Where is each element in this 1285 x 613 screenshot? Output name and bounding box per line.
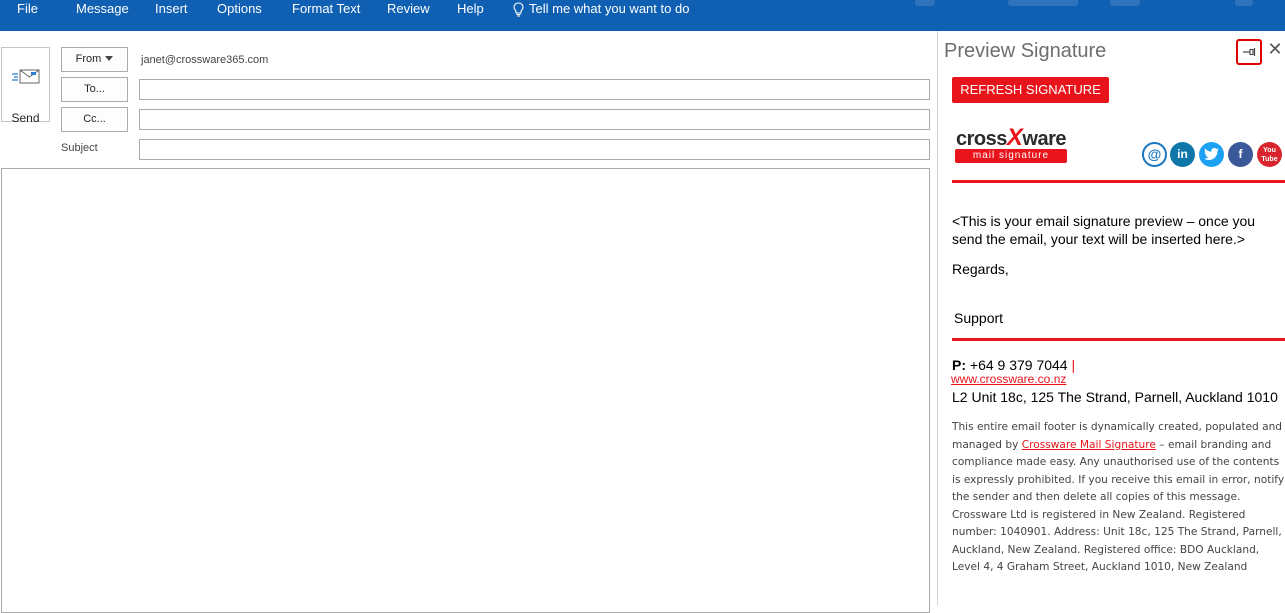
ribbon-faded-icon: [1235, 0, 1253, 6]
lightbulb-icon: [513, 1, 524, 17]
tab-insert[interactable]: Insert: [155, 1, 188, 17]
close-pane-button[interactable]: ✕: [1267, 39, 1283, 59]
signature-disclaimer: This entire email footer is dynamically …: [952, 419, 1285, 577]
crossware-mail-signature-link[interactable]: Crossware Mail Signature: [1022, 439, 1156, 451]
disclaimer-text-end: – email branding and compliance made eas…: [952, 438, 1285, 574]
signature-preview-message: <This is your email signature preview – …: [952, 213, 1256, 247]
tab-help[interactable]: Help: [457, 1, 484, 17]
tab-review[interactable]: Review: [387, 1, 430, 17]
crossware-logo: crossXware mail signature: [953, 124, 1068, 167]
send-button[interactable]: Send: [1, 47, 50, 125]
logo-word-end: ware: [1022, 128, 1066, 150]
compose-area: Send From janet@crossware365.com To... C…: [0, 31, 937, 613]
send-label: Send: [11, 111, 40, 125]
pane-title: Preview Signature: [944, 40, 1107, 62]
phone-separator: |: [1071, 357, 1076, 373]
from-button[interactable]: From: [61, 47, 128, 72]
tab-format-text[interactable]: Format Text: [292, 1, 360, 17]
tell-me-text: Tell me what you want to do: [529, 1, 690, 16]
chevron-down-icon: [105, 56, 114, 61]
signature-regards: Regards,: [952, 261, 1009, 277]
logo-word-start: cross: [956, 128, 1007, 150]
phone-label: P:: [952, 357, 966, 373]
linkedin-icon[interactable]: in: [1170, 142, 1195, 167]
signature-divider: [952, 180, 1285, 183]
message-body-editor[interactable]: [1, 168, 930, 613]
subject-input[interactable]: [139, 139, 930, 160]
cc-label: Cc...: [83, 113, 106, 125]
refresh-signature-button[interactable]: REFRESH SIGNATURE: [952, 77, 1109, 103]
email-icon[interactable]: @: [1142, 142, 1167, 167]
pin-icon: [1243, 48, 1256, 56]
preview-signature-pane: Preview Signature ✕ REFRESH SIGNATURE cr…: [937, 31, 1285, 606]
ribbon-faded-icon: [1008, 0, 1078, 6]
to-label: To...: [84, 83, 105, 95]
send-envelope-icon: [12, 69, 40, 84]
signature-divider: [952, 338, 1285, 341]
tab-options[interactable]: Options: [217, 1, 262, 17]
ribbon-faded-icon: [915, 0, 935, 6]
cc-button[interactable]: Cc...: [61, 107, 128, 132]
phone-value: +64 9 379 7044: [969, 357, 1068, 373]
website-link[interactable]: www.crossware.co.nz: [951, 372, 1066, 386]
ribbon-menu-bar: File Message Insert Options Format Text …: [0, 0, 1285, 31]
logo-wordmark: crossXware: [956, 124, 1066, 151]
from-label: From: [75, 53, 102, 65]
ribbon-faded-icon: [1110, 0, 1140, 6]
to-input[interactable]: [139, 79, 930, 100]
to-button[interactable]: To...: [61, 77, 128, 102]
cc-input[interactable]: [139, 109, 930, 130]
signature-name: Support: [954, 310, 1004, 326]
logo-tagline: mail signature: [955, 149, 1067, 163]
facebook-icon[interactable]: f: [1228, 142, 1253, 167]
tab-message[interactable]: Message: [76, 1, 129, 17]
subject-label: Subject: [61, 142, 98, 154]
logo-word-x: X: [1006, 124, 1023, 151]
tab-file[interactable]: File: [17, 1, 38, 17]
signature-address: L2 Unit 18c, 125 The Strand, Parnell, Au…: [952, 389, 1278, 405]
from-address: janet@crossware365.com: [141, 54, 269, 66]
tell-me-search[interactable]: Tell me what you want to do: [512, 1, 689, 17]
twitter-icon[interactable]: [1199, 142, 1224, 167]
pin-pane-button[interactable]: [1236, 39, 1262, 65]
close-icon: ✕: [1267, 39, 1283, 59]
youtube-icon[interactable]: You Tube: [1257, 142, 1282, 167]
